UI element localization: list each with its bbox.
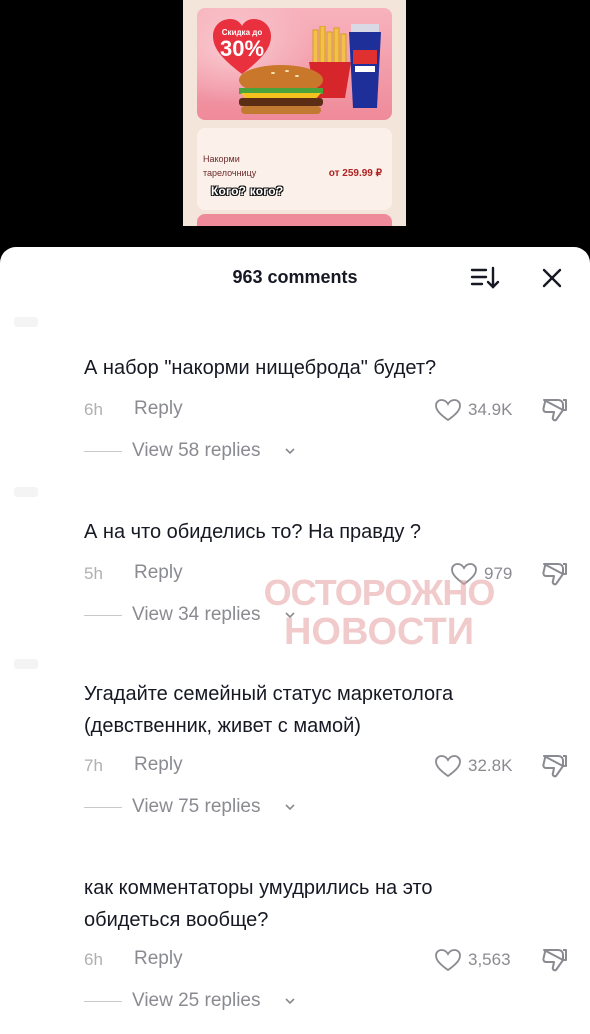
dislike-icon[interactable] <box>540 560 570 588</box>
heart-icon <box>435 755 461 778</box>
comment-meta: 5h Reply 979 <box>84 560 584 588</box>
like-count: 32.8K <box>468 756 513 775</box>
heart-icon <box>435 949 461 972</box>
comment-text: А на что обиделись то? На правду ? <box>84 521 422 543</box>
dislike-icon[interactable] <box>540 946 570 974</box>
replies-divider <box>84 451 122 452</box>
view-replies-button[interactable]: View 75 replies <box>84 794 384 820</box>
comment-time: 6h <box>84 400 103 419</box>
avatar[interactable] <box>14 317 38 327</box>
view-replies-label: View 75 replies <box>132 796 261 817</box>
replies-divider <box>84 1001 122 1002</box>
comment-time: 6h <box>84 950 103 969</box>
like-count: 979 <box>484 564 513 583</box>
comments-count-title: 963 comments <box>232 267 358 287</box>
comment-text: Угадайте семейный статус маркетолога (де… <box>84 683 454 737</box>
video-caption: Кого? кого? <box>211 184 284 198</box>
view-replies-button[interactable]: View 25 replies <box>84 988 384 1014</box>
replies-divider <box>84 807 122 808</box>
reply-button[interactable]: Reply <box>134 948 183 970</box>
promo-card: Скидка до 30% <box>197 8 392 120</box>
product-info-card: Накорми тарелочницу от 259.99 ₽ Кого? ко… <box>197 128 392 210</box>
sort-icon[interactable] <box>470 265 500 291</box>
product-name: Накорми тарелочницу <box>203 154 257 178</box>
chevron-down-icon <box>285 448 295 455</box>
close-icon[interactable] <box>540 266 564 290</box>
avatar[interactable] <box>14 487 38 497</box>
chevron-down-icon <box>285 804 295 811</box>
like-count: 3,563 <box>468 950 511 969</box>
view-replies-label: View 25 replies <box>132 990 261 1011</box>
next-promo-card <box>197 214 392 226</box>
comment-meta: 7h Reply 32.8K <box>84 752 584 780</box>
burger-icon <box>239 65 323 114</box>
reply-button[interactable]: Reply <box>134 398 183 420</box>
comment-text: как комментаторы умудрились на это обиде… <box>84 877 433 931</box>
heart-icon <box>451 563 477 586</box>
view-replies-label: View 34 replies <box>132 604 261 625</box>
discount-badge: Скидка до 30% <box>211 28 273 61</box>
comment-meta: 6h Reply 3,563 <box>84 946 584 974</box>
comments-sheet: 963 comments А набор "накорми нищеброда"… <box>0 247 590 1034</box>
chevron-down-icon <box>285 998 295 1005</box>
comment-time: 5h <box>84 564 103 583</box>
dislike-icon[interactable] <box>540 396 570 424</box>
view-replies-button[interactable]: View 34 replies <box>84 602 384 628</box>
discount-badge-value: 30% <box>219 36 265 61</box>
heart-icon <box>435 399 461 422</box>
chevron-down-icon <box>285 612 295 619</box>
avatar[interactable] <box>14 659 38 669</box>
like-count: 34.9K <box>468 400 513 419</box>
view-replies-label: View 58 replies <box>132 440 261 461</box>
replies-divider <box>84 615 122 616</box>
dislike-icon[interactable] <box>540 752 570 780</box>
view-replies-button[interactable]: View 58 replies <box>84 438 384 464</box>
product-price: от 259.99 ₽ <box>328 168 382 179</box>
reply-button[interactable]: Reply <box>134 562 183 584</box>
drink-cup-icon <box>349 24 381 108</box>
comment-time: 7h <box>84 756 103 775</box>
reply-button[interactable]: Reply <box>134 754 183 776</box>
comment-meta: 6h Reply 34.9K <box>84 396 584 424</box>
video-preview[interactable]: Скидка до 30% Накорми тарелочницу от 259… <box>183 0 406 226</box>
comment-text: А набор "накорми нищеброда" будет? <box>84 357 437 379</box>
